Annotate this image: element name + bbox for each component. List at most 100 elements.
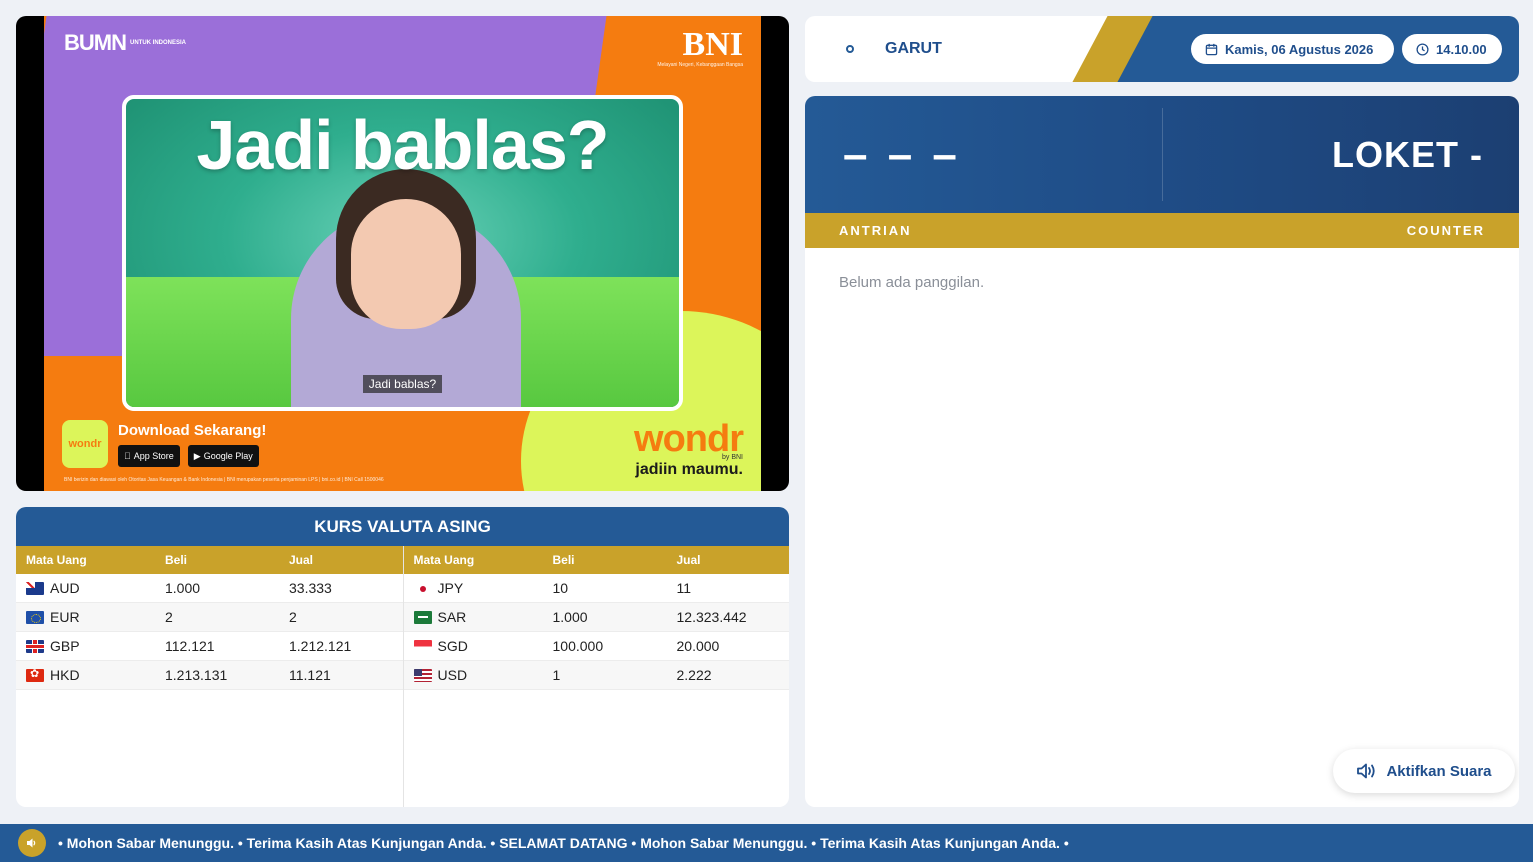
logo-circle (846, 45, 854, 53)
table-row: AUD 1.000 33.333 (16, 574, 403, 603)
header-buy: Beli (165, 553, 188, 567)
table-row: HKD 1.213.131 11.121 (16, 661, 403, 690)
currency-cell: HKD (16, 667, 155, 683)
label-antrian: ANTRIAN (839, 223, 912, 238)
flag-jp-icon (414, 582, 432, 595)
store-badges:  App Store ▶ Google Play (118, 445, 266, 467)
branch-name: GARUT (885, 40, 942, 57)
download-title: Download Sekarang! (118, 422, 267, 439)
sell-cell: 20.000 (676, 638, 720, 654)
bumn-logo-sub: UNTUK INDONESIA (130, 39, 187, 46)
queue-number: – – – (843, 129, 961, 179)
bumn-logo: BUMN UNTUK INDONESIA (64, 30, 186, 56)
flag-gb-icon (26, 639, 44, 653)
promo-text: Download Sekarang!  App Store ▶ Google … (118, 420, 266, 467)
wondr-brand: wondr by BNI jadiin maumu. (634, 420, 744, 479)
wondr-app-icon: wondr (62, 420, 108, 468)
google-play-badge: ▶ Google Play (187, 445, 259, 467)
counter-number: LOKET - (1332, 133, 1483, 175)
enable-sound-button[interactable]: Aktifkan Suara (1333, 749, 1515, 793)
currency-code: GBP (50, 638, 80, 654)
sell-cell: 12.323.442 (676, 609, 747, 625)
exchange-rate-table-right: Mata Uang Beli Jual JPY 10 11 SAR 1.000 … (402, 546, 789, 807)
play-icon: ▶ (194, 451, 201, 462)
buy-cell: 100.000 (552, 638, 604, 654)
currency-code: SAR (437, 609, 467, 625)
queue-display: – – – LOKET - (805, 96, 1519, 213)
buy-cell: 1.000 (552, 609, 588, 625)
flag-hk-icon (26, 668, 44, 682)
table-header: Mata Uang Beli Jual (403, 546, 789, 574)
flag-us-icon (413, 668, 432, 682)
promo-video-frame: BUMN UNTUK INDONESIA BNI Melayani Negeri… (44, 16, 761, 491)
header-bar: GARUT Kamis, 06 Agustus 2026 14.10.00 (805, 16, 1519, 82)
running-text-ticker: • Mohon Sabar Menunggu. • Terima Kasih A… (0, 824, 1533, 862)
person-face (351, 199, 461, 329)
sell-cell: 11.121 (289, 667, 331, 683)
currency-cell: USD (404, 667, 543, 683)
currency-cell: EUR (16, 609, 155, 625)
promo-download: wondr Download Sekarang!  App Store ▶ G… (62, 420, 266, 468)
buy-cell: 2 (165, 609, 173, 625)
speaker-glyph (27, 838, 36, 848)
clock-icon (1416, 42, 1429, 56)
bni-logo-tagline: Melayani Negeri, Kebanggaan Bangsa (657, 62, 743, 68)
calendar-icon (1205, 43, 1218, 55)
currency-cell: JPY (404, 580, 543, 596)
currency-code: HKD (50, 667, 80, 683)
queue-labels: ANTRIAN COUNTER (805, 213, 1519, 248)
table-row: EUR 2 2 (16, 603, 403, 632)
header-buy: Beli (552, 553, 575, 567)
table-header: Mata Uang Beli Jual (16, 546, 403, 574)
currency-cell: SAR (404, 609, 543, 625)
label-counter: COUNTER (1406, 223, 1485, 238)
currency-code: AUD (50, 580, 80, 596)
video-caption: Jadi bablas? (126, 375, 679, 393)
header-sell: Jual (289, 553, 314, 567)
header-currency: Mata Uang (26, 553, 87, 567)
wondr-tagline: jadiin maumu. (635, 461, 743, 478)
buy-cell: 112.121 (165, 638, 215, 654)
exchange-rate-table-left: Mata Uang Beli Jual AUD 1.000 33.333 EUR… (16, 546, 403, 807)
app-store-badge:  App Store (118, 445, 180, 467)
exchange-rate-title: KURS VALUTA ASING (16, 507, 789, 546)
sell-cell: 1.212.121 (289, 638, 352, 654)
promo-video-panel: BUMN UNTUK INDONESIA BNI Melayani Negeri… (16, 16, 789, 491)
exchange-rate-tables: Mata Uang Beli Jual AUD 1.000 33.333 EUR… (16, 546, 789, 807)
queue-divider (1162, 108, 1163, 201)
video-caption-text: Jadi bablas? (362, 375, 443, 393)
exchange-rate-panel: KURS VALUTA ASING Mata Uang Beli Jual AU… (16, 507, 789, 807)
currency-code: SGD (437, 638, 468, 654)
buy-cell: 1.000 (165, 580, 201, 596)
branch-logo-icon (839, 38, 861, 60)
buy-cell: 10 (552, 580, 569, 596)
table-row: SGD 100.000 20.000 (403, 632, 789, 661)
queue-panel: – – – LOKET - ANTRIAN COUNTER Belum ada … (805, 96, 1519, 807)
currency-cell: AUD (16, 580, 155, 596)
promo-disclaimer: BNI berizin dan diawasi oleh Otoritas Ja… (64, 477, 384, 483)
header-sell: Jual (676, 553, 701, 567)
currency-code: USD (437, 667, 468, 683)
app-store-label: App Store (127, 451, 174, 461)
flag-eu-icon (26, 610, 44, 624)
sell-cell: 2.222 (676, 667, 712, 683)
table-row: SAR 1.000 12.323.442 (403, 603, 789, 632)
sell-cell: 2 (289, 609, 297, 625)
current-date: Kamis, 06 Agustus 2026 (1225, 41, 1374, 57)
header-currency: Mata Uang (413, 553, 475, 567)
apple-icon:  (124, 451, 131, 461)
ticker-text: • Mohon Sabar Menunggu. • Terima Kasih A… (58, 835, 1069, 851)
flag-sa-icon (413, 610, 432, 624)
enable-sound-label: Aktifkan Suara (1386, 762, 1492, 780)
empty-call-message: Belum ada panggilan. (839, 274, 985, 291)
sell-cell: 11 (676, 580, 692, 596)
sell-cell: 33.333 (289, 580, 332, 596)
speaker-icon (18, 829, 46, 857)
time-pill: 14.10.00 (1402, 34, 1502, 64)
speaker-icon (1357, 763, 1376, 779)
date-pill: Kamis, 06 Agustus 2026 (1191, 34, 1394, 64)
bni-logo-mark: BNI (682, 26, 743, 63)
video-headline: Jadi bablas? (196, 106, 609, 184)
table-row: GBP 112.121 1.212.121 (16, 632, 403, 661)
video-still-image: Jadi bablas? Jadi bablas? (122, 95, 683, 411)
